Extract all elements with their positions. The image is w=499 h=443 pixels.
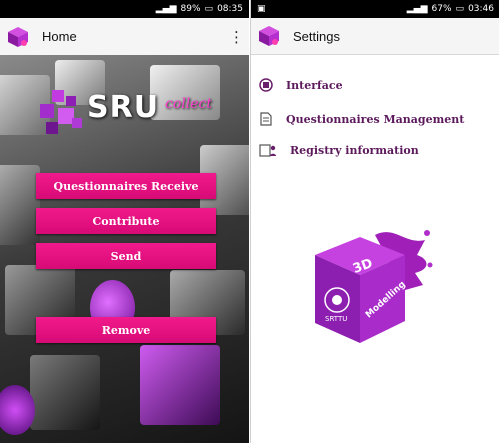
contribute-button[interactable]: Contribute [36, 208, 216, 234]
signal-icon: ▂▄▆ [406, 4, 428, 14]
menu-item-label: Questionnaires Management [286, 112, 465, 126]
registry-icon [258, 142, 278, 158]
logo-cubes-icon [40, 90, 82, 134]
menu-item-questionnaires-management[interactable]: Questionnaires Management [258, 111, 464, 127]
battery-icon: ▭ [455, 4, 465, 14]
battery-text: 67% [431, 4, 452, 14]
theme-icon [258, 77, 274, 93]
questionnaires-receive-button[interactable]: Questionnaires Receive [36, 173, 216, 199]
send-button[interactable]: Send [36, 243, 216, 269]
logo-sub-text: collect [165, 96, 212, 112]
app-bar: Settings [251, 18, 499, 55]
battery-icon: ▭ [204, 4, 214, 14]
overflow-menu-icon[interactable]: ⋮ [229, 28, 244, 46]
home-screen: ▂▄▆ 89% ▭ 08:35 Home ⋮ SRU collect Quest… [0, 0, 249, 443]
clock: 08:35 [217, 4, 243, 14]
menu-item-label: Registry information [290, 143, 419, 157]
settings-screen: ▣ ▂▄▆ 67% ▭ 03:46 Settings [250, 0, 499, 443]
signal-icon: ▂▄▆ [155, 4, 177, 14]
app-logo-icon [257, 24, 281, 48]
remove-button[interactable]: Remove [36, 317, 216, 343]
status-bar: ▣ ▂▄▆ 67% ▭ 03:46 [251, 0, 499, 18]
menu-item-label: Interface [286, 78, 343, 92]
logo-main-text: SRU [87, 90, 160, 125]
sru-collect-logo: SRU collect [32, 88, 222, 140]
page-title: Settings [293, 28, 340, 44]
menu-item-interface[interactable]: Interface [258, 77, 343, 93]
cube-front-text: SRTTU [325, 315, 348, 323]
app-bar: Home ⋮ [0, 18, 249, 55]
app-logo-icon [6, 25, 30, 49]
image-notification-icon: ▣ [257, 4, 266, 14]
page-title: Home [42, 29, 77, 44]
battery-text: 89% [180, 4, 201, 14]
document-icon [258, 111, 274, 127]
clock: 03:46 [468, 4, 494, 14]
3d-modelling-logo: 3D Modelling SRTTU [305, 225, 435, 350]
status-bar: ▂▄▆ 89% ▭ 08:35 [0, 0, 249, 18]
menu-item-registry-information[interactable]: Registry information [258, 142, 419, 158]
